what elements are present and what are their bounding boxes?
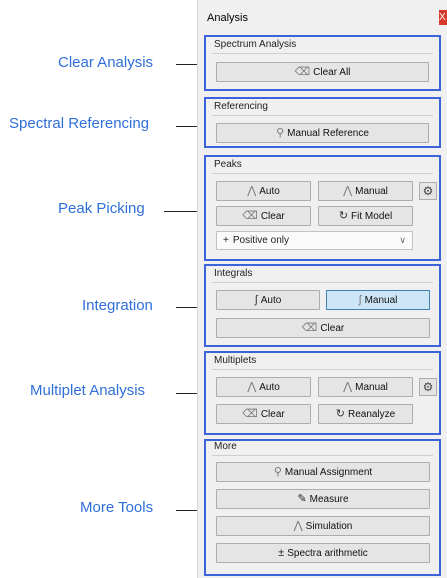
button-label: Measure bbox=[309, 493, 349, 505]
button-label: Simulation bbox=[305, 520, 353, 532]
button-label: Auto bbox=[259, 381, 280, 393]
eraser-icon: ⌫ bbox=[242, 209, 258, 222]
button-label: Manual Reference bbox=[287, 127, 369, 139]
section-title: More bbox=[214, 441, 237, 452]
section-peaks: Peaks ⋀ Auto ⋀ Manual ⚙ ⌫ Clear ↻ Fit Mo… bbox=[204, 155, 441, 261]
button-label: Auto bbox=[260, 294, 282, 306]
refresh-icon: ↻ bbox=[338, 209, 349, 222]
simulation-icon: ⋀ bbox=[293, 519, 303, 532]
peaks-auto-button[interactable]: ⋀ Auto bbox=[216, 181, 311, 201]
chevron-down-icon: ∨ bbox=[399, 235, 406, 245]
manual-assignment-button[interactable]: ⚲ Manual Assignment bbox=[216, 462, 430, 482]
integral-icon: ∫ bbox=[254, 293, 258, 306]
section-title: Spectrum Analysis bbox=[214, 39, 297, 50]
annotation-clear-analysis: Clear Analysis bbox=[58, 54, 154, 71]
analysis-panel: Analysis X Spectrum Analysis ⌫ Clear All… bbox=[197, 0, 447, 578]
clear-all-button[interactable]: ⌫ Clear All bbox=[216, 62, 429, 82]
plus-icon: + bbox=[223, 235, 229, 246]
button-label: Manual bbox=[355, 185, 388, 197]
peak-auto-icon: ⋀ bbox=[247, 184, 257, 197]
section-integrals: Integrals ∫ Auto ∫ Manual ⌫ Clear bbox=[204, 264, 441, 347]
multiplet-manual-icon: ⋀ bbox=[343, 380, 353, 393]
peak-filter-dropdown[interactable]: + Positive only ∨ bbox=[216, 231, 413, 250]
section-referencing: Referencing ⚲ Manual Reference bbox=[204, 97, 441, 148]
button-label: Manual Assignment bbox=[284, 466, 373, 478]
integrals-manual-button[interactable]: ∫ Manual bbox=[326, 290, 430, 310]
section-title: Integrals bbox=[214, 268, 253, 279]
fit-model-button[interactable]: ↻ Fit Model bbox=[318, 206, 413, 226]
button-label: Clear bbox=[260, 408, 285, 420]
button-label: Reanalyze bbox=[347, 408, 396, 420]
measure-button[interactable]: ✎ Measure bbox=[216, 489, 430, 509]
section-multiplets: Multiplets ⋀ Auto ⋀ Manual ⚙ ⌫ Clear ↻ R… bbox=[204, 351, 441, 435]
peaks-settings-gear-icon[interactable]: ⚙ bbox=[419, 182, 437, 200]
button-label: Spectra arithmetic bbox=[287, 547, 368, 559]
annotation-spectral-referencing: Spectral Referencing bbox=[9, 115, 150, 132]
refresh-icon: ↻ bbox=[335, 407, 345, 420]
multiplet-auto-icon: ⋀ bbox=[247, 380, 257, 393]
multiplets-settings-gear-icon[interactable]: ⚙ bbox=[419, 378, 437, 396]
integrals-clear-button[interactable]: ⌫ Clear bbox=[216, 318, 430, 338]
section-more: More ⚲ Manual Assignment ✎ Measure ⋀ Sim… bbox=[204, 439, 441, 576]
annotation-more-tools: More Tools bbox=[80, 499, 154, 516]
peaks-clear-button[interactable]: ⌫ Clear bbox=[216, 206, 311, 226]
dropdown-value: Positive only bbox=[232, 235, 289, 246]
peaks-manual-button[interactable]: ⋀ Manual bbox=[318, 181, 413, 201]
integrals-auto-button[interactable]: ∫ Auto bbox=[216, 290, 320, 310]
reference-icon: ⚲ bbox=[276, 126, 285, 139]
section-spectrum-analysis: Spectrum Analysis ⌫ Clear All bbox=[204, 35, 441, 91]
multiplets-manual-button[interactable]: ⋀ Manual bbox=[318, 377, 413, 397]
spectra-arithmetic-button[interactable]: ± Spectra arithmetic bbox=[216, 543, 430, 563]
simulation-button[interactable]: ⋀ Simulation bbox=[216, 516, 430, 536]
button-label: Manual bbox=[355, 381, 388, 393]
integral-manual-icon: ∫ bbox=[358, 293, 362, 306]
button-label: Clear All bbox=[313, 66, 351, 78]
assignment-icon: ⚲ bbox=[273, 465, 282, 478]
button-label: Clear bbox=[260, 210, 285, 222]
section-title: Referencing bbox=[214, 101, 268, 112]
eraser-icon: ⌫ bbox=[294, 65, 311, 78]
section-title: Multiplets bbox=[214, 355, 257, 366]
peak-manual-icon: ⋀ bbox=[343, 184, 353, 197]
button-label: Auto bbox=[259, 185, 280, 197]
annotation-multiplet-analysis: Multiplet Analysis bbox=[30, 382, 146, 399]
button-label: Clear bbox=[320, 322, 345, 334]
annotation-integration: Integration bbox=[82, 297, 153, 314]
annotation-peak-picking: Peak Picking bbox=[58, 200, 145, 217]
multiplets-auto-button[interactable]: ⋀ Auto bbox=[216, 377, 311, 397]
button-label: Fit Model bbox=[351, 210, 393, 222]
pencil-icon: ✎ bbox=[297, 492, 307, 505]
panel-title: Analysis bbox=[207, 12, 248, 24]
eraser-icon: ⌫ bbox=[301, 321, 318, 334]
section-title: Peaks bbox=[214, 159, 242, 170]
button-label: Manual bbox=[364, 294, 398, 306]
reanalyze-button[interactable]: ↻ Reanalyze bbox=[318, 404, 413, 424]
manual-reference-button[interactable]: ⚲ Manual Reference bbox=[216, 123, 429, 143]
eraser-icon: ⌫ bbox=[242, 407, 258, 420]
multiplets-clear-button[interactable]: ⌫ Clear bbox=[216, 404, 311, 424]
close-icon[interactable]: X bbox=[439, 10, 447, 25]
plus-minus-icon: ± bbox=[278, 546, 285, 559]
